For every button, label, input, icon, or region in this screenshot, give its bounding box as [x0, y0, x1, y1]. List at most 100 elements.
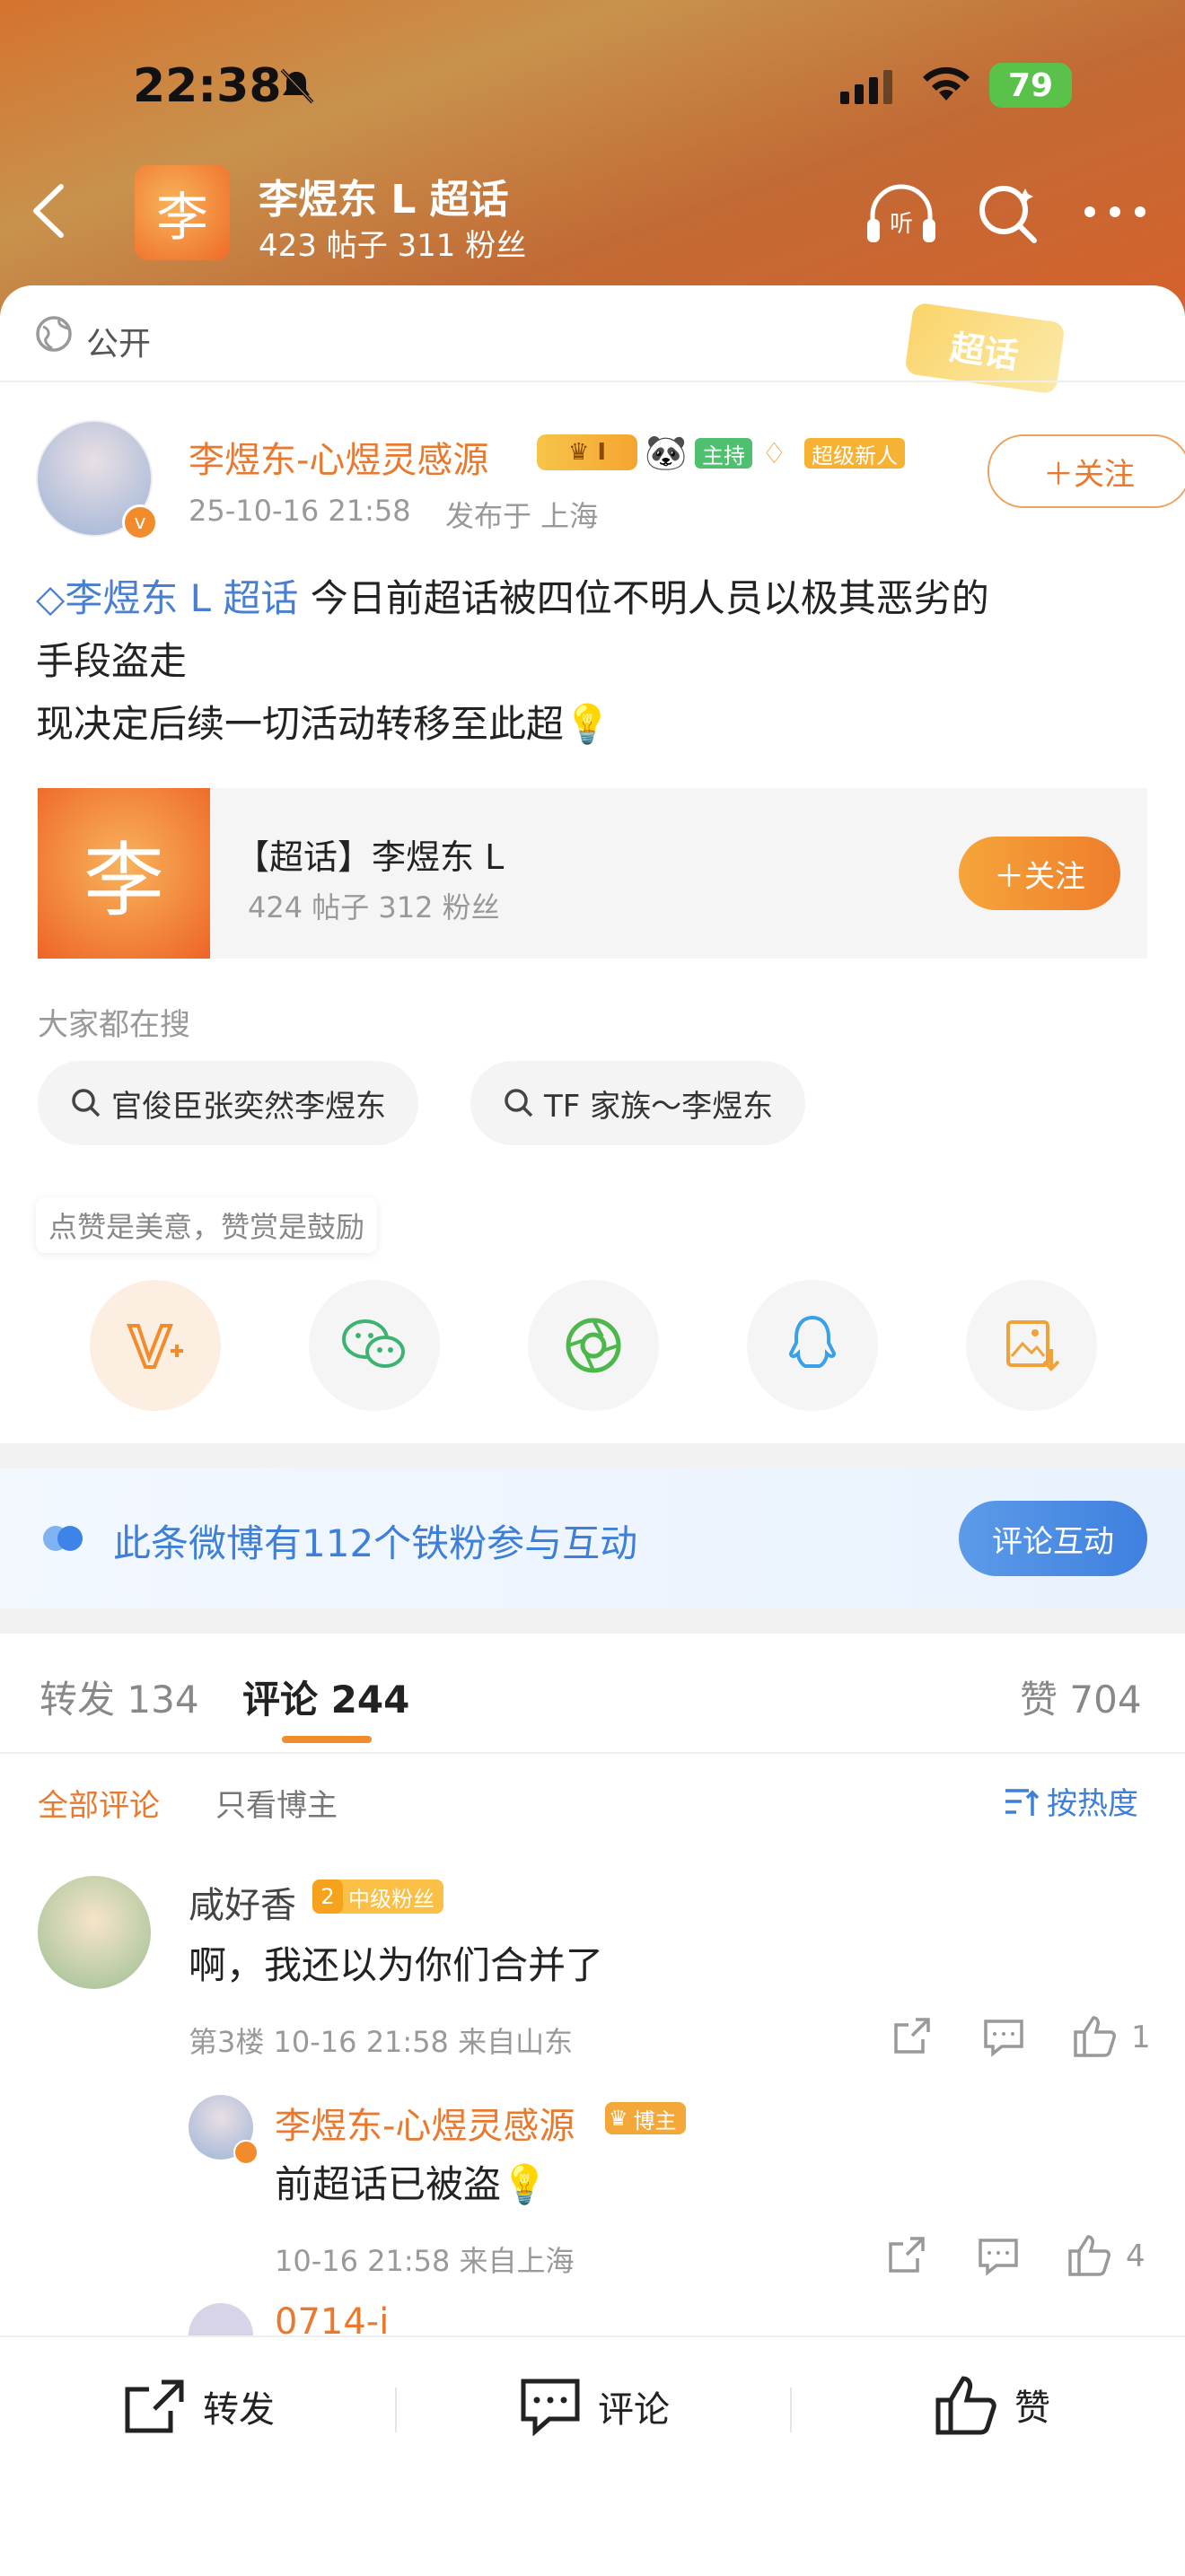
divider [0, 381, 1185, 382]
comment-icon [521, 2379, 580, 2436]
fan-level-badge: 2 中级粉丝 [312, 1879, 443, 1914]
verified-badge: v [122, 504, 158, 540]
bottom-comment-label: 评论 [598, 2389, 670, 2431]
idea-emoji-icon: 💡 [501, 2162, 549, 2206]
bottom-comment-button[interactable]: 评论 [519, 2377, 670, 2436]
new-member-icon: ♢ [761, 436, 787, 470]
post-text-line3: 现决定后续一切活动转移至此超 [36, 702, 565, 746]
signal-icon [838, 66, 898, 110]
supertopic-card-name: 【超话】李煜东 L [235, 837, 505, 877]
comment-meta: 第3楼 10-16 21:58 来自山东 [189, 2025, 574, 2059]
comment-interaction-button[interactable]: 评论互动 [959, 1501, 1147, 1576]
supertopic-follow-button[interactable]: ＋关注 [959, 837, 1120, 910]
listen-icon[interactable]: 听 [864, 180, 939, 251]
reply-body: 前超话已被盗💡 [275, 2154, 548, 2209]
like-icon [935, 2376, 996, 2435]
visibility-label: 公开 [86, 326, 152, 363]
crown-level-icon: ♛ I [537, 434, 637, 470]
divider [790, 2388, 792, 2432]
search-suggestion-1[interactable]: 官俊臣张奕然李煜东 [38, 1061, 418, 1145]
tab-repost-count: 134 [127, 1678, 199, 1722]
moments-icon[interactable] [528, 1280, 659, 1411]
search-icon[interactable] [975, 181, 1041, 251]
sort-label: 按热度 [1047, 1786, 1138, 1822]
fan-level-text: 中级粉丝 [348, 1886, 434, 1912]
host-badge: 主持 [695, 438, 752, 469]
divider [395, 2388, 397, 2432]
supertopic-card-avatar-char: 李 [83, 834, 164, 928]
reply-user[interactable]: 李煜东-心煜灵感源 [275, 2097, 575, 2149]
section-separator [0, 1608, 1185, 1634]
post-body: ◇李煜东 L 超话 今日前超话被四位不明人员以极其恶劣的 手段盗走 现决定后续一… [36, 567, 1149, 756]
author-name[interactable]: 李煜东-心煜灵感源 [189, 431, 488, 483]
tab-repost[interactable]: 转发 134 [40, 1669, 199, 1724]
wifi-icon [919, 65, 973, 110]
iron-fan-icon [40, 1520, 90, 1560]
tab-like-label: 赞 [1020, 1678, 1058, 1722]
tab-comment[interactable]: 评论 244 [242, 1669, 409, 1724]
post-text-line1: 今日前超话被四位不明人员以极其恶劣的 [298, 576, 989, 620]
divider [0, 1752, 1185, 1754]
next-comment-avatar[interactable] [189, 2303, 253, 2335]
commenter-avatar[interactable] [38, 1876, 151, 1989]
tab-like[interactable]: 赞 704 [1020, 1669, 1142, 1724]
share-comment-icon[interactable] [891, 2016, 934, 2059]
header-avatar-char: 李 [155, 187, 208, 248]
reply-comment-icon[interactable] [982, 2018, 1025, 2061]
supertopic-card-avatar: 李 [38, 788, 210, 959]
new-member-badge-text: 超级新人 [812, 442, 898, 469]
search-suggestion-text-1: 官俊臣张奕然李煜东 [111, 1088, 386, 1125]
page-title: 李煜东 L 超话 [259, 177, 509, 223]
panda-icon: 🐼 [645, 433, 688, 472]
new-member-badge: 超级新人 [804, 438, 905, 469]
share-reply-icon[interactable] [885, 2235, 928, 2278]
search-icon [72, 1089, 101, 1117]
idea-emoji-icon: 💡 [564, 702, 611, 746]
reward-tip: 点赞是美意，赞赏是鼓励 [36, 1197, 378, 1253]
supertopic-badge-text: 超话 [947, 327, 1022, 376]
commenter-name[interactable]: 咸好香 [189, 1876, 296, 1928]
back-icon[interactable] [27, 180, 70, 246]
header-avatar[interactable]: 李 [135, 165, 230, 260]
bottom-like-label: 赞 [1014, 2388, 1050, 2429]
search-suggestion-2[interactable]: TF 家族～李煜东 [470, 1061, 806, 1145]
like-reply-icon[interactable] [1066, 2233, 1111, 2280]
reply-reply-icon[interactable] [977, 2237, 1020, 2280]
bottom-like-button[interactable]: 赞 [934, 2373, 1050, 2436]
page-subtitle: 423 帖子 311 粉丝 [259, 228, 527, 264]
next-comment-user[interactable]: 0714-i [275, 2301, 389, 2337]
tab-repost-label: 转发 [40, 1678, 116, 1722]
battery-level: 79 [1007, 66, 1054, 104]
tab-comment-count: 244 [330, 1678, 410, 1722]
tab-comment-label: 评论 [242, 1678, 319, 1722]
sort-by-hot[interactable]: 按热度 [1002, 1779, 1138, 1823]
battery-indicator: 79 [989, 63, 1072, 108]
topic-link[interactable]: ◇李煜东 L 超话 [36, 576, 298, 620]
interaction-text: 此条微博有112个铁粉参与互动 [113, 1521, 638, 1565]
qq-icon[interactable] [747, 1280, 878, 1411]
blogger-badge-text: 博主 [633, 2107, 677, 2134]
post-location: 发布于 上海 [445, 499, 599, 533]
follow-button[interactable]: ＋关注 [988, 434, 1185, 508]
filter-all-comments[interactable]: 全部评论 [38, 1781, 160, 1825]
reward-v-icon[interactable] [90, 1280, 221, 1411]
globe-icon [34, 314, 74, 357]
fan-level-number: 2 [312, 1879, 343, 1914]
crown-icon: ♛ [609, 2106, 628, 2131]
repost-icon [125, 2379, 184, 2433]
mute-icon [276, 66, 316, 110]
section-separator [0, 1443, 1185, 1468]
bottom-repost-button[interactable]: 转发 [122, 2377, 275, 2436]
tab-active-indicator [282, 1736, 372, 1743]
more-icon[interactable] [1083, 201, 1147, 226]
like-comment-icon[interactable] [1072, 2014, 1117, 2061]
reply-like-count: 4 [1126, 2239, 1146, 2274]
tab-like-count: 704 [1069, 1678, 1142, 1722]
filter-blogger-only[interactable]: 只看博主 [215, 1781, 338, 1825]
wechat-icon[interactable] [309, 1280, 440, 1411]
host-badge-text: 主持 [702, 442, 745, 469]
post-text-line2: 手段盗走 [36, 639, 188, 683]
blogger-badge: ♛ 博主 [605, 2102, 686, 2134]
search-section-label: 大家都在搜 [38, 1007, 190, 1043]
save-image-icon[interactable] [966, 1280, 1097, 1411]
